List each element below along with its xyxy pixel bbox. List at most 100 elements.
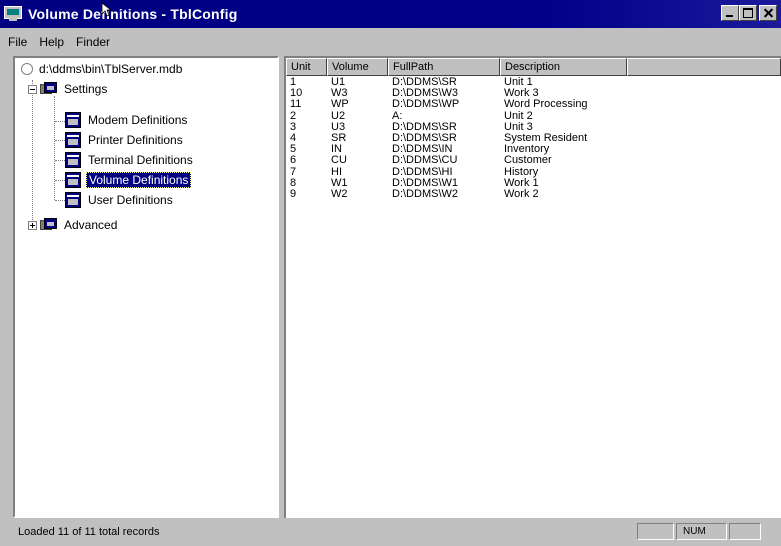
cell-unit: 9	[290, 188, 297, 200]
tree-view[interactable]: d:\ddms\bin\TblServer.mdb Settings Modem…	[13, 56, 279, 518]
menu-file[interactable]: File	[0, 35, 33, 49]
collapse-icon[interactable]	[28, 84, 37, 94]
column-header-volume[interactable]: Volume	[327, 58, 388, 76]
list-view[interactable]: Unit Volume FullPath Description 1 U1 D:\D…	[284, 56, 781, 518]
tree-item-modem-definitions[interactable]: Modem Definitions	[65, 111, 189, 129]
cell-fullpath: A:	[392, 110, 403, 122]
cell-unit: 3	[290, 121, 297, 133]
cell-description: System Resident	[504, 132, 588, 144]
column-header-blank[interactable]	[627, 58, 781, 76]
tree-item-settings[interactable]: Settings	[28, 80, 109, 98]
status-bar: Loaded 11 of 11 total records NUM	[0, 519, 781, 546]
cell-fullpath: D:\DDMS\SR	[392, 77, 457, 88]
cell-volume: HI	[331, 166, 342, 178]
tree-item-user-definitions[interactable]: User Definitions	[65, 191, 175, 209]
list-row[interactable]: 8 W1 D:\DDMS\W1 Work 1	[286, 178, 627, 189]
cell-volume: IN	[331, 144, 342, 156]
minimize-button[interactable]	[721, 5, 739, 21]
cell-description: Work 3	[504, 88, 539, 100]
status-text: Loaded 11 of 11 total records	[18, 526, 160, 538]
window-title: Volume Definitions - TblConfig	[28, 6, 238, 22]
list-row[interactable]: 7 HI D:\DDMS\HI History	[286, 167, 627, 178]
cell-description: History	[504, 166, 539, 178]
table-icon	[65, 152, 81, 168]
column-header-unit[interactable]: Unit	[286, 58, 327, 76]
cell-fullpath: D:\DDMS\WP	[392, 99, 460, 111]
tree-item-label: Settings	[64, 82, 108, 96]
cell-volume: U1	[331, 77, 346, 88]
cell-unit: 2	[290, 110, 297, 122]
tree-root[interactable]: d:\ddms\bin\TblServer.mdb	[21, 60, 184, 78]
cell-fullpath: D:\DDMS\IN	[392, 144, 453, 156]
tree-root-label: d:\ddms\bin\TblServer.mdb	[39, 62, 183, 76]
cell-fullpath: D:\DDMS\SR	[392, 132, 457, 144]
column-header-fullpath[interactable]: FullPath	[388, 58, 500, 76]
list-row[interactable]: 5 IN D:\DDMS\IN Inventory	[286, 144, 627, 155]
folder-icon	[40, 82, 58, 96]
cell-volume: U3	[331, 121, 346, 133]
tree-item-volume-definitions[interactable]: Volume Definitions	[65, 171, 192, 189]
database-icon	[21, 63, 33, 75]
cell-description: Word Processing	[504, 99, 588, 111]
list-row[interactable]: 3 U3 D:\DDMS\SR Unit 3	[286, 122, 627, 133]
cell-description: Inventory	[504, 144, 550, 156]
status-panel-num: NUM	[676, 523, 727, 540]
cell-fullpath: D:\DDMS\W1	[392, 177, 458, 189]
cell-fullpath: D:\DDMS\W3	[392, 88, 458, 100]
tree-item-label: Volume Definitions	[86, 172, 192, 188]
cell-fullpath: D:\DDMS\HI	[392, 166, 453, 178]
cell-volume: W1	[331, 177, 348, 189]
cell-unit: 1	[290, 77, 297, 88]
expand-icon[interactable]	[28, 220, 37, 230]
cell-description: Customer	[504, 155, 552, 167]
maximize-button[interactable]	[739, 5, 757, 21]
cell-unit: 6	[290, 155, 297, 167]
cell-description: Unit 1	[504, 77, 533, 88]
list-row[interactable]: 11 WP D:\DDMS\WP Word Processing	[286, 99, 627, 110]
tree-item-terminal-definitions[interactable]: Terminal Definitions	[65, 151, 195, 169]
cell-description: Unit 2	[504, 110, 533, 122]
cell-fullpath: D:\DDMS\CU	[392, 155, 458, 167]
app-icon[interactable]	[4, 6, 22, 22]
close-button[interactable]	[759, 5, 777, 21]
cell-unit: 8	[290, 177, 297, 189]
tree-item-advanced[interactable]: Advanced	[28, 216, 119, 234]
menu-help[interactable]: Help	[33, 35, 70, 49]
list-header: Unit Volume FullPath Description	[286, 58, 781, 76]
list-row[interactable]: 10 W3 D:\DDMS\W3 Work 3	[286, 88, 627, 99]
list-row[interactable]: 4 SR D:\DDMS\SR System Resident	[286, 133, 627, 144]
menu-bar: File Help Finder	[0, 28, 781, 56]
mouse-cursor-icon	[102, 3, 112, 17]
tree-item-label: Terminal Definitions	[88, 153, 193, 167]
list-row[interactable]: 9 W2 D:\DDMS\W2 Work 2	[286, 189, 627, 200]
title-bar[interactable]: Volume Definitions - TblConfig	[0, 0, 781, 28]
cell-volume: CU	[331, 155, 347, 167]
cell-unit: 7	[290, 166, 297, 178]
app-window: Volume Definitions - TblConfig File Help…	[0, 0, 781, 546]
cell-volume: W2	[331, 188, 348, 200]
table-icon	[65, 112, 81, 128]
column-header-description[interactable]: Description	[500, 58, 627, 76]
cell-fullpath: D:\DDMS\W2	[392, 188, 458, 200]
list-row[interactable]: 6 CU D:\DDMS\CU Customer	[286, 155, 627, 166]
cell-volume: WP	[331, 99, 349, 111]
cell-description: Work 1	[504, 177, 539, 189]
list-row[interactable]: 2 U2 A: Unit 2	[286, 111, 627, 122]
cell-unit: 10	[290, 88, 303, 100]
tree-item-label: Printer Definitions	[88, 133, 183, 147]
tree-item-label: User Definitions	[88, 193, 173, 207]
cell-volume: U2	[331, 110, 346, 122]
menu-finder[interactable]: Finder	[70, 35, 116, 49]
status-panel-caps	[637, 523, 674, 540]
status-panel-scroll	[729, 523, 761, 540]
list-row[interactable]: 1 U1 D:\DDMS\SR Unit 1	[286, 77, 627, 88]
table-icon	[65, 192, 81, 208]
cell-volume: SR	[331, 132, 347, 144]
cell-volume: W3	[331, 88, 348, 100]
tree-item-printer-definitions[interactable]: Printer Definitions	[65, 131, 185, 149]
cell-fullpath: D:\DDMS\SR	[392, 121, 457, 133]
tree-item-label: Advanced	[64, 218, 118, 232]
cell-unit: 5	[290, 144, 297, 156]
cell-description: Work 2	[504, 188, 539, 200]
table-icon	[65, 132, 81, 148]
